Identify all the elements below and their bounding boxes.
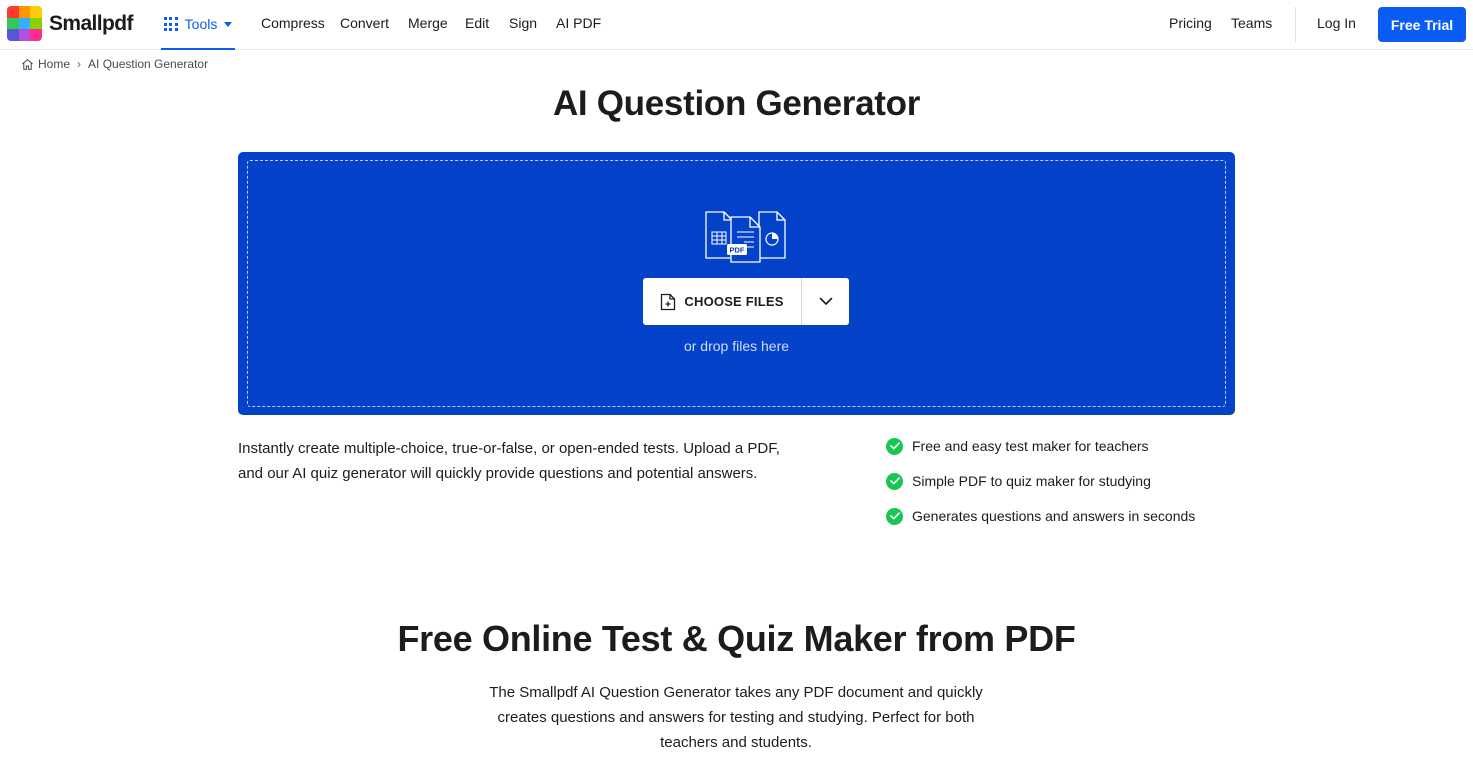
breadcrumb-home[interactable]: Home xyxy=(38,57,70,71)
file-source-dropdown[interactable] xyxy=(802,278,849,325)
choose-files-label: CHOOSE FILES xyxy=(684,294,784,309)
pdf-badge-text: PDF xyxy=(730,246,745,255)
breadcrumb-separator: › xyxy=(77,57,82,71)
nav-ai-pdf[interactable]: AI PDF xyxy=(556,15,601,31)
breadcrumb: Home › AI Question Generator xyxy=(21,57,208,71)
tools-menu-tab[interactable]: Tools xyxy=(161,0,235,50)
chevron-down-icon xyxy=(819,297,832,305)
nav-edit[interactable]: Edit xyxy=(465,15,489,31)
nav-pricing[interactable]: Pricing xyxy=(1169,15,1212,31)
choose-files-button[interactable]: CHOOSE FILES xyxy=(643,278,801,325)
header-divider xyxy=(1295,7,1296,43)
file-dropzone[interactable]: PDF CHOOSE FILES or drop files here xyxy=(238,152,1235,415)
choose-files-group: CHOOSE FILES xyxy=(643,278,849,325)
page-title: AI Question Generator xyxy=(552,84,921,123)
feature-text: Simple PDF to quiz maker for studying xyxy=(912,473,1151,489)
dropzone-dashed-border: PDF CHOOSE FILES or drop files here xyxy=(247,160,1226,407)
add-file-icon xyxy=(661,293,676,310)
nav-compress[interactable]: Compress xyxy=(261,15,325,31)
feature-item: Generates questions and answers in secon… xyxy=(886,506,1195,526)
apps-grid-icon xyxy=(163,17,178,31)
feature-text: Free and easy test maker for teachers xyxy=(912,438,1149,454)
nav-convert[interactable]: Convert xyxy=(340,15,389,31)
check-circle-icon xyxy=(886,437,903,455)
check-circle-icon xyxy=(886,472,903,490)
check-circle-icon xyxy=(886,507,903,525)
drop-files-hint: or drop files here xyxy=(683,338,790,354)
section-title: Free Online Test & Quiz Maker from PDF xyxy=(397,618,1076,659)
home-icon xyxy=(22,58,33,70)
nav-merge[interactable]: Merge xyxy=(408,15,448,31)
feature-list: Free and easy test maker for teachers Si… xyxy=(886,436,1195,541)
logo-mark-icon xyxy=(7,6,42,41)
tool-description: Instantly create multiple-choice, true-o… xyxy=(238,440,780,482)
documents-illustration-icon: PDF xyxy=(705,211,786,263)
free-trial-button[interactable]: Free Trial xyxy=(1378,7,1466,42)
login-link[interactable]: Log In xyxy=(1317,15,1356,31)
section-description: The Smallpdf AI Question Generator takes… xyxy=(489,684,983,751)
nav-teams[interactable]: Teams xyxy=(1231,15,1272,31)
top-navigation: Smallpdf Tools Compress Convert Merge Ed… xyxy=(0,0,1473,50)
feature-item: Free and easy test maker for teachers xyxy=(886,436,1195,456)
feature-text: Generates questions and answers in secon… xyxy=(912,508,1196,524)
nav-sign[interactable]: Sign xyxy=(509,15,537,31)
chevron-down-icon xyxy=(224,21,233,27)
tools-label: Tools xyxy=(184,16,218,32)
breadcrumb-current: AI Question Generator xyxy=(88,57,209,71)
brand-name: Smallpdf xyxy=(49,11,133,35)
smallpdf-logo[interactable]: Smallpdf xyxy=(7,6,133,41)
feature-item: Simple PDF to quiz maker for studying xyxy=(886,471,1195,491)
